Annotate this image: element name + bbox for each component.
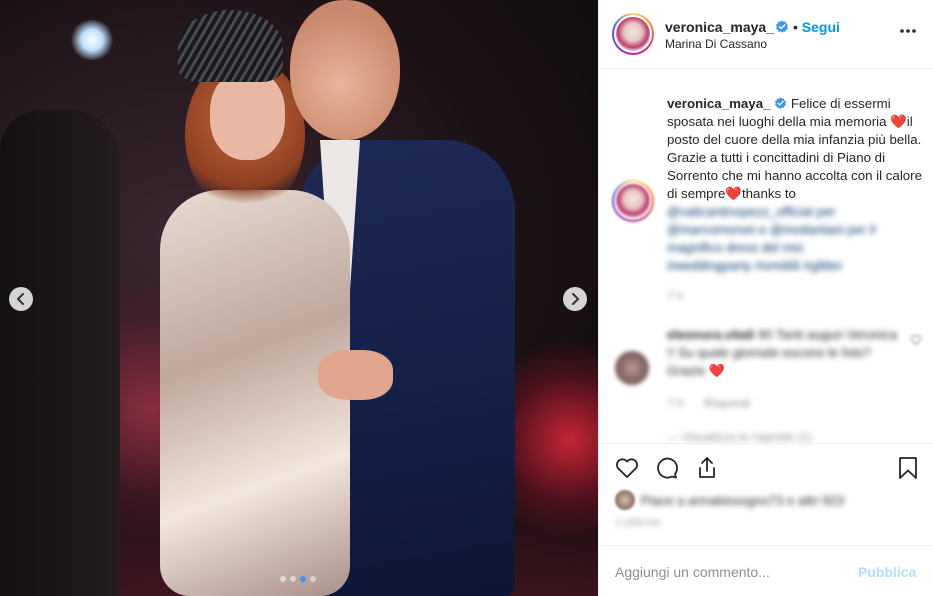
- heart-emoji: ❤️: [890, 114, 907, 129]
- spotlight: [70, 20, 114, 60]
- verified-badge-icon: [776, 20, 788, 33]
- carousel-next-button[interactable]: [563, 287, 587, 311]
- save-button[interactable]: [895, 455, 921, 481]
- comment-button[interactable]: [654, 455, 680, 481]
- heart-icon: [616, 458, 638, 478]
- bride-face: [210, 70, 285, 160]
- share-icon: [699, 457, 715, 478]
- author-avatar[interactable]: [612, 13, 654, 55]
- carousel-dot: [290, 576, 296, 582]
- comment-like-icon[interactable]: [910, 334, 922, 346]
- post-photo[interactable]: [0, 0, 598, 596]
- verified-badge-icon: [775, 97, 787, 109]
- post-actions-bar: [599, 443, 933, 493]
- follow-label: Segui: [801, 19, 840, 35]
- caption-hashtags[interactable]: #weddingparty #smiiiiili #glitter: [667, 257, 922, 275]
- more-options-icon[interactable]: [899, 28, 917, 34]
- likes-summary[interactable]: Piace a annabissogno73 e altri 923: [615, 490, 844, 510]
- heart-emoji: ❤️: [725, 186, 742, 201]
- add-comment-bar: Pubblica: [599, 545, 933, 596]
- follow-button[interactable]: • Segui: [793, 19, 840, 35]
- carousel-prev-button[interactable]: [9, 287, 33, 311]
- bookmark-icon: [899, 457, 917, 479]
- carousel-dot: [300, 576, 306, 582]
- share-button[interactable]: [694, 455, 720, 481]
- author-username[interactable]: veronica_maya_: [665, 19, 774, 35]
- caption-username[interactable]: veronica_maya_: [667, 96, 771, 111]
- carousel-dot: [280, 576, 286, 582]
- comment-timestamp: 7 h: [667, 396, 684, 410]
- post-side-panel: veronica_maya_ • Segui Marina Di Cassano…: [598, 0, 933, 596]
- caption-tags: @valicantinopezz_official per @marcomors…: [667, 203, 922, 275]
- heart-emoji: ❤️: [708, 363, 726, 378]
- comment-item: eleonora.vitali 90 Tanti auguri Veronica…: [667, 326, 907, 380]
- post-caption: veronica_maya_ Felice di essermi sposata…: [667, 95, 922, 203]
- caption-mention[interactable]: @valicantinopezz_official per: [667, 203, 922, 221]
- bride-hat: [178, 10, 283, 82]
- comment-input[interactable]: [615, 562, 845, 582]
- caption-text: thanks to: [741, 186, 796, 201]
- post-date: 1 ORA FA: [615, 518, 660, 529]
- groom-hand: [318, 350, 393, 400]
- like-button[interactable]: [614, 455, 640, 481]
- chevron-right-icon: [572, 293, 579, 305]
- caption-author-avatar[interactable]: [612, 180, 654, 222]
- bride-dress: [160, 190, 350, 596]
- reply-button[interactable]: Rispondi: [704, 396, 751, 410]
- publish-button[interactable]: Pubblica: [858, 564, 916, 580]
- likes-text: Piace a annabissogno73 e altri 923: [641, 492, 845, 508]
- caption-timestamp: 7 h: [667, 289, 684, 303]
- comment-meta: 7 h Rispondi: [667, 396, 750, 410]
- chevron-left-icon: [17, 293, 24, 305]
- guest-silhouette: [0, 110, 120, 596]
- liker-avatar: [615, 490, 635, 510]
- post-header: veronica_maya_ • Segui Marina Di Cassano: [599, 0, 933, 69]
- groom-head: [290, 0, 400, 140]
- follow-separator: •: [793, 19, 798, 35]
- caption-text: magnifico dress del mio: [667, 240, 804, 255]
- comment-bubble-icon: [657, 457, 678, 479]
- commenter-username[interactable]: eleonora.vitali: [667, 327, 754, 342]
- post-location[interactable]: Marina Di Cassano: [665, 37, 767, 51]
- commenter-avatar[interactable]: [615, 351, 649, 385]
- view-replies-button[interactable]: — Visualizza le risposte (1): [667, 430, 812, 444]
- carousel-indicator: [280, 576, 316, 582]
- caption-mention[interactable]: @marcomorsei e @modartiani per il: [667, 221, 922, 239]
- carousel-dot: [310, 576, 316, 582]
